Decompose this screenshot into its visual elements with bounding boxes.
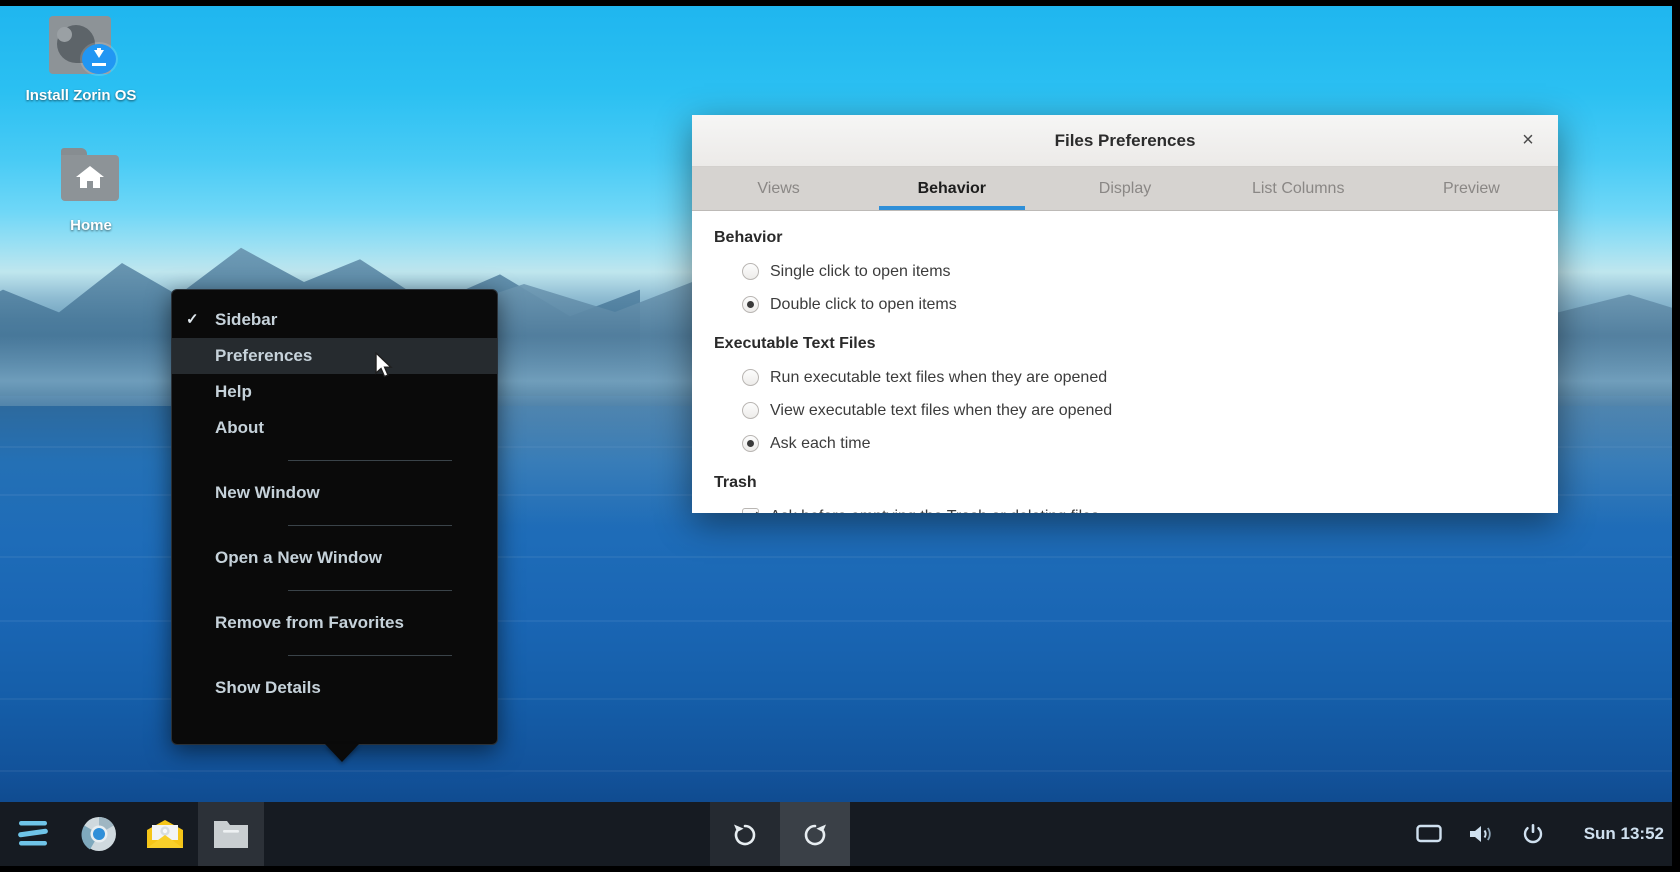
radio-icon[interactable]	[742, 296, 759, 313]
option-double-click-to-open-items[interactable]: Double click to open items	[714, 288, 1558, 321]
menu-separator	[288, 590, 452, 591]
context-menu-item-label: Preferences	[215, 346, 312, 365]
radio-icon[interactable]	[742, 369, 759, 386]
option-single-click-to-open-items[interactable]: Single click to open items	[714, 255, 1558, 288]
option-label: Double click to open items	[770, 296, 957, 314]
installer-icon	[44, 16, 118, 80]
context-menu-item-label: Remove from Favorites	[215, 613, 404, 632]
tab-list-columns[interactable]: List Columns	[1212, 167, 1385, 210]
system-tray: Sun 13:52	[1414, 802, 1664, 866]
section-heading-behavior: Behavior	[714, 229, 1558, 247]
desktop-icon-label: Home	[26, 216, 156, 236]
display-icon[interactable]	[1414, 819, 1444, 849]
window-title: Files Preferences	[692, 115, 1558, 167]
section-heading-trash: Trash	[714, 474, 1558, 492]
preferences-content-behavior: Behavior Single click to open items Doub…	[692, 211, 1558, 513]
redo-icon	[800, 819, 830, 849]
taskbar-center-buttons	[710, 802, 850, 866]
desktop-icon-label: Install Zorin OS	[16, 86, 146, 106]
option-label: View executable text files when they are…	[770, 402, 1112, 420]
desktop-icon-home[interactable]: Home	[26, 146, 156, 236]
clock[interactable]: Sun 13:52	[1584, 824, 1664, 844]
taskbar: Sun 13:52	[0, 802, 1680, 866]
context-menu-item-label: Open a New Window	[215, 548, 382, 567]
menu-separator	[288, 525, 452, 526]
window-titlebar[interactable]: Files Preferences ×	[692, 115, 1558, 167]
chromium-browser-icon	[80, 815, 118, 853]
home-folder-icon	[54, 146, 128, 210]
context-menu-item-label: Help	[215, 382, 252, 401]
checkbox-icon[interactable]	[742, 508, 759, 513]
screen-right-border	[1672, 0, 1680, 872]
context-menu-item-remove-from-favorites[interactable]: Remove from Favorites	[172, 605, 497, 641]
context-menu-item-preferences[interactable]: Preferences	[172, 338, 497, 374]
undo-icon	[730, 819, 760, 849]
option-label: Ask before emptying the Trash or deletin…	[770, 508, 1099, 514]
taskbar-item-chromium-browser[interactable]	[66, 802, 132, 866]
option-ask-each-time[interactable]: Ask each time	[714, 427, 1558, 460]
taskbar-item-zorin-menu[interactable]	[0, 802, 66, 866]
radio-icon[interactable]	[742, 263, 759, 280]
context-menu-item-about[interactable]: About	[172, 410, 497, 446]
context-menu-item-label: Show Details	[215, 678, 321, 697]
tab-preview[interactable]: Preview	[1385, 167, 1558, 210]
undo-button[interactable]	[710, 802, 780, 866]
context-menu-pointer-tail	[325, 744, 359, 762]
option-label: Single click to open items	[770, 263, 951, 281]
menu-separator	[288, 655, 452, 656]
context-menu-item-help[interactable]: Help	[172, 374, 497, 410]
radio-icon[interactable]	[742, 402, 759, 419]
zorin-menu-icon	[15, 817, 51, 851]
option-ask-before-emptying-trash[interactable]: Ask before emptying the Trash or deletin…	[714, 500, 1558, 513]
files-preferences-window: Files Preferences × Views Behavior Displ…	[692, 115, 1558, 513]
house-glyph-icon	[74, 164, 106, 190]
menu-separator	[288, 460, 452, 461]
option-label: Ask each time	[770, 435, 870, 453]
context-menu-item-new-window[interactable]: New Window	[172, 475, 497, 511]
download-badge-icon	[82, 44, 116, 74]
context-menu-item-sidebar[interactable]: ✓ Sidebar	[172, 302, 497, 338]
option-label: Run executable text files when they are …	[770, 369, 1107, 387]
context-menu-item-label: About	[215, 418, 264, 437]
volume-icon[interactable]	[1466, 819, 1496, 849]
context-menu-item-show-details[interactable]: Show Details	[172, 670, 497, 706]
taskbar-launchers	[0, 802, 264, 866]
mouse-cursor-icon	[375, 352, 395, 380]
screen-bottom-border	[0, 866, 1680, 872]
display-glyph-icon	[1416, 823, 1442, 845]
radio-icon[interactable]	[742, 435, 759, 452]
option-view-executable-text-files[interactable]: View executable text files when they are…	[714, 394, 1558, 427]
desktop-icon-install-zorin-os[interactable]: Install Zorin OS	[16, 16, 146, 106]
taskbar-item-mail[interactable]	[132, 802, 198, 866]
context-menu-item-label: Sidebar	[215, 310, 277, 329]
check-icon: ✓	[186, 302, 202, 338]
mail-icon	[145, 818, 185, 850]
section-heading-executable-text-files: Executable Text Files	[714, 335, 1558, 353]
taskbar-item-files[interactable]	[198, 802, 264, 866]
power-glyph-icon	[1521, 822, 1545, 846]
tab-behavior[interactable]: Behavior	[865, 167, 1038, 210]
context-menu-item-open-a-new-window[interactable]: Open a New Window	[172, 540, 497, 576]
power-icon[interactable]	[1518, 819, 1548, 849]
close-icon[interactable]: ×	[1514, 127, 1542, 155]
tab-display[interactable]: Display	[1038, 167, 1211, 210]
app-context-menu: ✓ Sidebar Preferences Help About New Win…	[171, 289, 498, 745]
option-run-executable-text-files[interactable]: Run executable text files when they are …	[714, 361, 1558, 394]
files-icon	[211, 817, 251, 851]
redo-button[interactable]	[780, 802, 850, 866]
context-menu-item-label: New Window	[215, 483, 320, 502]
tab-views[interactable]: Views	[692, 167, 865, 210]
volume-glyph-icon	[1468, 823, 1494, 845]
preferences-tab-bar: Views Behavior Display List Columns Prev…	[692, 167, 1558, 211]
